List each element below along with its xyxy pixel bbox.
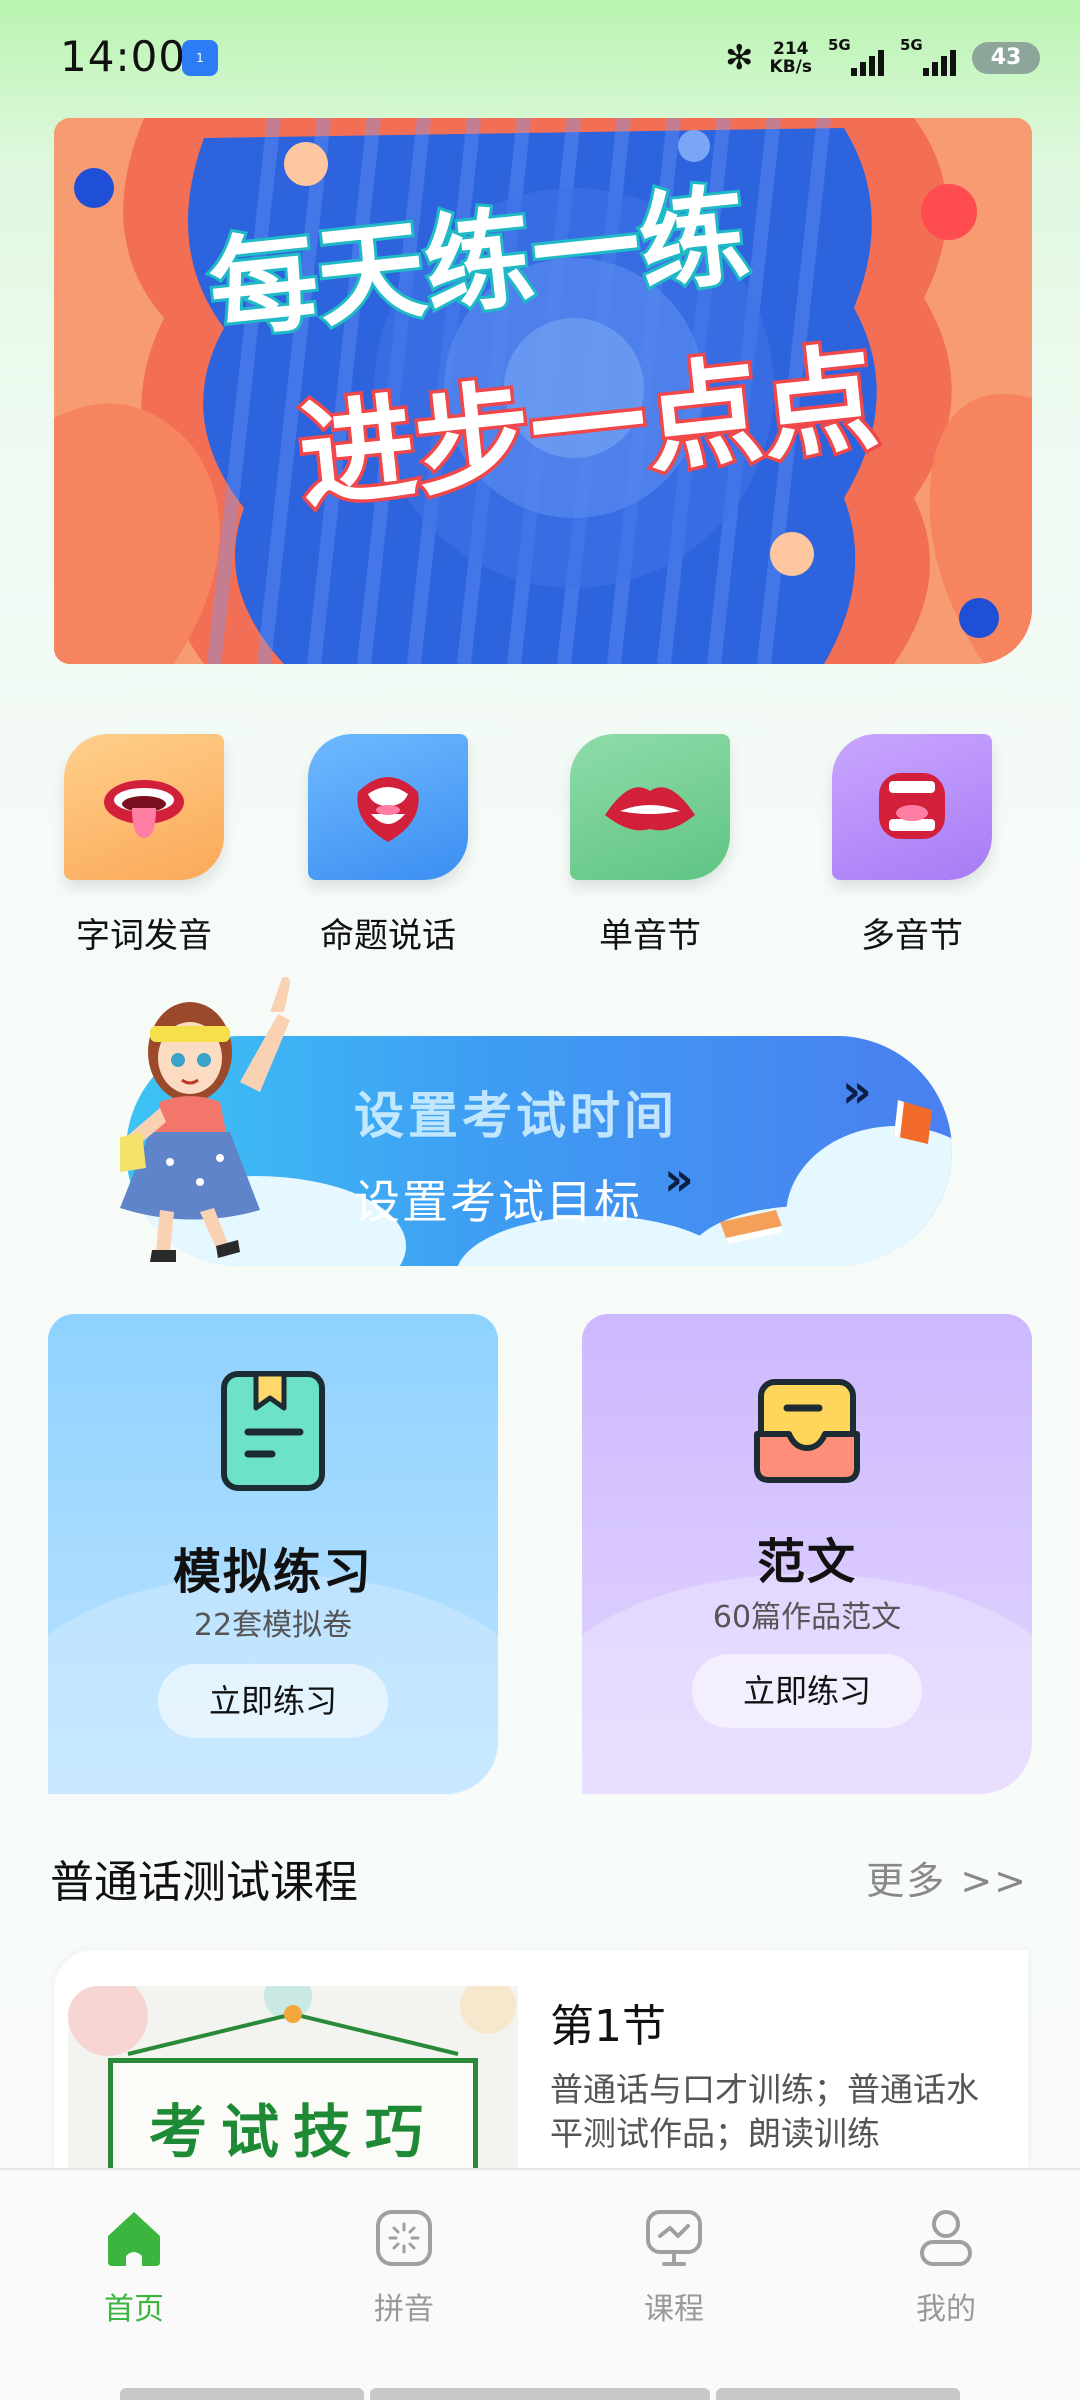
sample-essay-card[interactable]: 范文 60篇作品范文 立即练习 xyxy=(582,1314,1032,1794)
book-icon xyxy=(894,1100,932,1144)
nav-profile-label: 我的 xyxy=(916,2292,976,2327)
more-courses-link[interactable]: 更多 >> xyxy=(866,1850,1028,1905)
mouth-talking-icon xyxy=(308,734,468,880)
network-speed-value: 214 xyxy=(773,39,809,59)
nav-course[interactable]: 课程 xyxy=(584,2206,764,2328)
mock-practice-card[interactable]: 模拟练习 22套模拟卷 立即练习 xyxy=(48,1314,498,1794)
mouth-shout-icon xyxy=(832,734,992,880)
home-icon xyxy=(108,2212,160,2266)
mock-practice-subtitle: 22套模拟卷 xyxy=(193,1608,353,1643)
inbox-icon xyxy=(754,1379,860,1483)
category-multi-syllable[interactable]: 多音节 xyxy=(822,734,1002,957)
lesson-title: 第1节 xyxy=(550,2001,666,2052)
category-topic-speaking[interactable]: 命题说话 xyxy=(298,734,478,957)
status-bar: 14:00 1 ✻ 214 KB/s 5G 5G 43 xyxy=(0,0,1080,120)
category-label: 字词发音 xyxy=(76,916,212,956)
mouth-tongue-icon xyxy=(64,734,224,880)
status-time: 14:00 xyxy=(60,32,187,81)
chevron-right-icon: » xyxy=(664,1152,694,1206)
mascot-girl-illustration xyxy=(120,976,290,1262)
course-icon xyxy=(646,2210,702,2266)
network-speed: 214 KB/s xyxy=(770,40,812,76)
signal-icon: 5G xyxy=(900,36,956,80)
mock-practice-start-button[interactable]: 立即练习 xyxy=(158,1664,388,1738)
signal-icon: 5G xyxy=(828,36,884,80)
course-thumbnail: 考试技巧 xyxy=(68,1986,518,2170)
nav-pinyin[interactable]: 拼音 xyxy=(314,2206,494,2328)
category-label: 多音节 xyxy=(861,916,963,956)
category-label: 单音节 xyxy=(599,916,701,956)
gesture-bar xyxy=(120,2388,364,2400)
category-word-pronunciation[interactable]: 字词发音 xyxy=(54,734,234,957)
promo-banner[interactable]: 每天练一练 进步一点点 xyxy=(54,118,1032,664)
lips-icon xyxy=(570,734,730,880)
mock-practice-title: 模拟练习 xyxy=(172,1544,373,1600)
thumbnail-text: 考试技巧 xyxy=(148,2098,437,2166)
notification-icon: 1 xyxy=(182,40,218,76)
course-item[interactable]: 考试技巧 第1节 普通话与口才训练；普通话水平测试作品；朗读训练 xyxy=(54,1950,1028,2170)
category-single-syllable[interactable]: 单音节 xyxy=(560,734,740,957)
battery-indicator: 43 xyxy=(972,42,1040,74)
category-label: 命题说话 xyxy=(320,916,456,956)
nav-profile[interactable]: 我的 xyxy=(856,2206,1036,2328)
gesture-bar xyxy=(716,2388,960,2400)
thumbnail-board: 考试技巧 xyxy=(108,2058,478,2170)
course-section-title: 普通话测试课程 xyxy=(50,1857,358,1908)
status-indicators: ✻ 214 KB/s 5G 5G 43 xyxy=(725,36,1040,80)
signal-label: 5G xyxy=(900,36,923,54)
profile-icon xyxy=(920,2210,972,2266)
banner-illustration: 每天练一练 进步一点点 xyxy=(54,118,1032,664)
nav-home-label: 首页 xyxy=(104,2292,164,2327)
sample-essay-start-button[interactable]: 立即练习 xyxy=(692,1654,922,1728)
nav-pinyin-label: 拼音 xyxy=(374,2292,434,2327)
bottom-navigation: 首页 拼音 课程 我的 xyxy=(0,2168,1080,2400)
clipboard-icon xyxy=(221,1371,325,1491)
bluetooth-icon: ✻ xyxy=(725,38,754,78)
set-exam-target[interactable]: 设置考试目标 xyxy=(354,1166,642,1232)
network-speed-unit: KB/s xyxy=(769,57,812,77)
chevron-right-icon: » xyxy=(842,1064,872,1118)
nav-home[interactable]: 首页 xyxy=(44,2206,224,2328)
signal-label: 5G xyxy=(828,36,851,54)
nav-course-label: 课程 xyxy=(644,2292,704,2327)
lesson-description: 普通话与口才训练；普通话水平测试作品；朗读训练 xyxy=(550,2070,979,2153)
set-exam-time[interactable]: 设置考试时间 xyxy=(354,1076,678,1148)
book-icon xyxy=(720,1210,782,1244)
sample-essay-title: 范文 xyxy=(756,1534,857,1590)
gesture-bar xyxy=(370,2388,710,2400)
sample-essay-subtitle: 60篇作品范文 xyxy=(712,1600,902,1635)
pinyin-icon xyxy=(376,2210,432,2266)
